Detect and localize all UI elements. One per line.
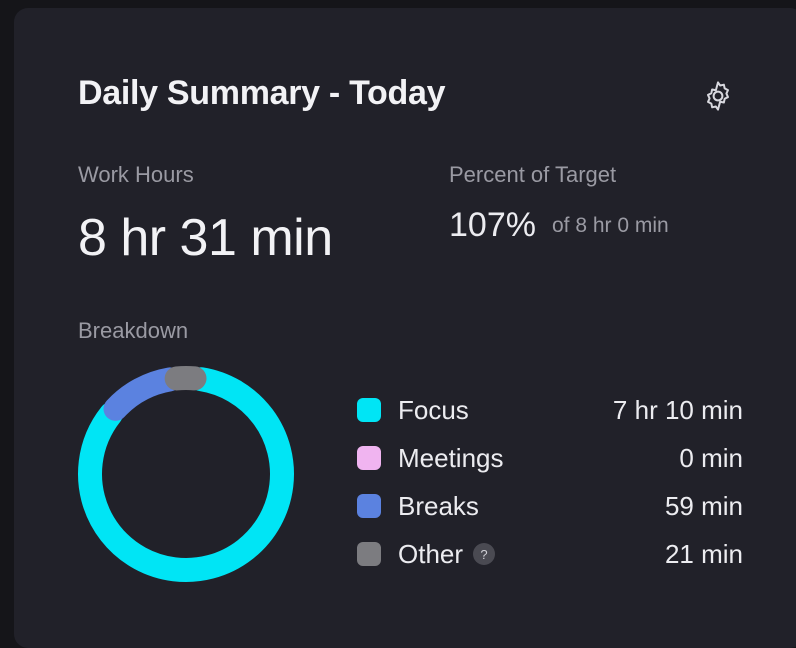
legend-item-label: Breaks bbox=[398, 490, 479, 521]
legend-item-value: 59 min bbox=[664, 490, 743, 521]
legend-item-label: Meetings bbox=[398, 442, 504, 473]
focus-swatch bbox=[357, 398, 381, 422]
question-icon[interactable]: ? bbox=[473, 543, 496, 565]
legend-item-value: 0 min bbox=[679, 442, 743, 473]
breaks-swatch bbox=[357, 494, 381, 518]
breakdown-legend: Focus 7 hr 10 min Meetings 0 min Breaks … bbox=[357, 386, 743, 578]
legend-item-meetings: Meetings 0 min bbox=[357, 434, 743, 482]
meetings-swatch bbox=[357, 446, 381, 470]
daily-summary-card: Daily Summary - Today Work Hours 8 hr 31… bbox=[14, 8, 796, 648]
legend-item-label: Other bbox=[398, 538, 464, 569]
other-swatch bbox=[357, 542, 381, 566]
breakdown-donut-chart bbox=[78, 366, 294, 582]
breakdown-label: Breakdown bbox=[78, 318, 189, 343]
percent-target-value: 107% bbox=[449, 206, 536, 244]
legend-item-value: 7 hr 10 min bbox=[612, 394, 743, 425]
gear-icon bbox=[707, 81, 729, 111]
percent-target-of: of 8 hr 0 min bbox=[552, 214, 669, 237]
legend-item-label: Focus bbox=[398, 394, 469, 425]
legend-item-value: 21 min bbox=[664, 538, 743, 569]
work-hours-label: Work Hours bbox=[78, 162, 194, 187]
legend-item-other: Other ? 21 min bbox=[357, 530, 743, 578]
percent-target-label: Percent of Target bbox=[449, 162, 617, 187]
legend-item-focus: Focus 7 hr 10 min bbox=[357, 386, 743, 434]
settings-button[interactable] bbox=[700, 78, 736, 114]
work-hours-value: 8 hr 31 min bbox=[78, 209, 333, 267]
legend-item-breaks: Breaks 59 min bbox=[357, 482, 743, 530]
page-title: Daily Summary - Today bbox=[78, 74, 446, 112]
